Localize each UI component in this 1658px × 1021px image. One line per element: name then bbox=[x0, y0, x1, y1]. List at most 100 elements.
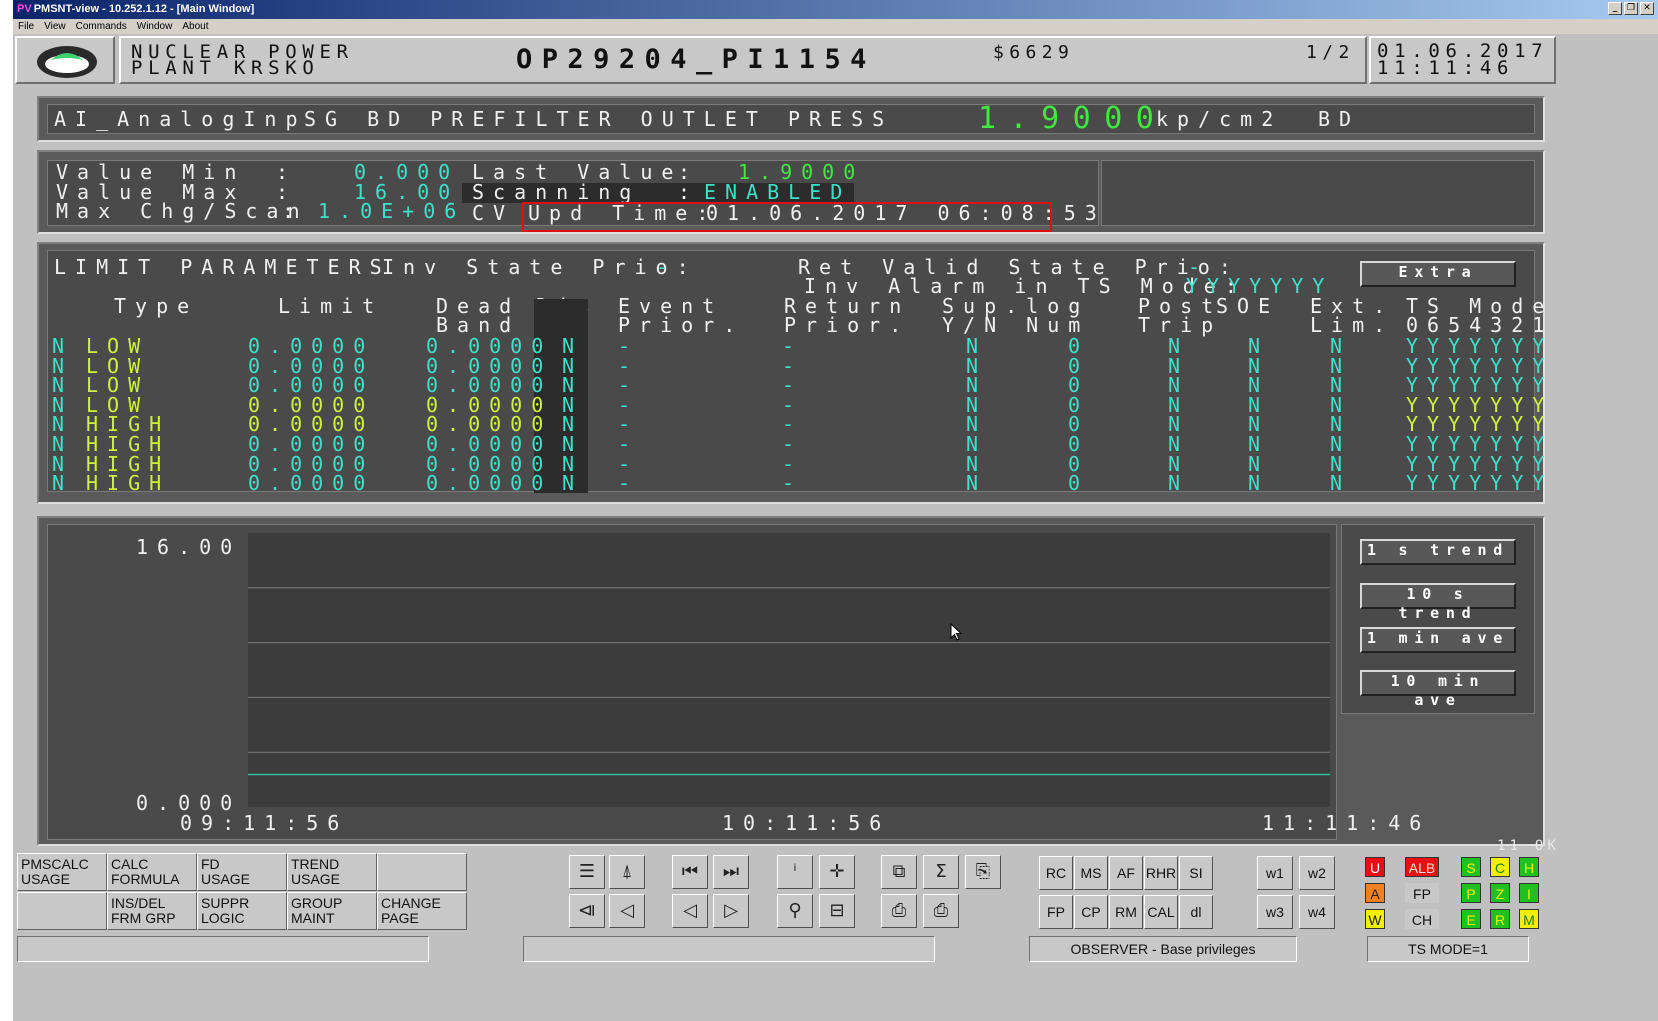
next-icon[interactable]: ▷ bbox=[713, 894, 749, 928]
minus-icon[interactable]: ⊟ bbox=[819, 894, 855, 928]
system-button-row2-0[interactable]: FP bbox=[1039, 895, 1073, 929]
function-button-label: MAINT bbox=[291, 910, 335, 926]
window-button-w1[interactable]: w1 bbox=[1257, 856, 1293, 890]
menu-view[interactable]: View bbox=[44, 19, 66, 34]
window-button-w2[interactable]: w2 bbox=[1299, 856, 1335, 890]
function-button-6[interactable]: INS/DEL FRM GRP bbox=[107, 892, 197, 930]
alarm-group-c-indicator[interactable]: C bbox=[1490, 857, 1510, 877]
crosshair-icon[interactable]: ✛ bbox=[819, 855, 855, 889]
function-button-5[interactable] bbox=[17, 892, 107, 930]
system-button-row2-1[interactable]: CP bbox=[1074, 895, 1108, 929]
alarm-group-p-indicator[interactable]: P bbox=[1461, 883, 1481, 903]
system-button-row1-3[interactable]: RHR bbox=[1144, 856, 1178, 890]
function-button-label: FRM GRP bbox=[111, 910, 176, 926]
function-button-2[interactable]: FD USAGE bbox=[197, 853, 287, 891]
trend-10min-button[interactable]: 10 min ave bbox=[1360, 670, 1516, 709]
function-button-1[interactable]: CALC FORMULA bbox=[107, 853, 197, 891]
limit-cell-event: - bbox=[618, 471, 640, 496]
alarm-group-h-indicator[interactable]: H bbox=[1519, 857, 1539, 877]
function-button-label: SUPPR bbox=[201, 895, 250, 911]
alarm-fp-indicator[interactable]: FP bbox=[1405, 883, 1439, 903]
plant-name: NUCLEAR POWER PLANT KRSKO bbox=[131, 43, 354, 78]
menu-window[interactable]: Window bbox=[137, 19, 173, 34]
function-button-7[interactable]: SUPPR LOGIC bbox=[197, 892, 287, 930]
function-button-label: FORMULA bbox=[111, 871, 180, 887]
alarm-a-indicator[interactable]: A bbox=[1365, 883, 1385, 903]
alarm-u-indicator[interactable]: U bbox=[1365, 857, 1385, 877]
function-button-3[interactable]: TREND USAGE bbox=[287, 853, 377, 891]
function-button-0[interactable]: PMSCALC USAGE bbox=[17, 853, 107, 891]
limit-cell-sup-yn: N bbox=[966, 471, 988, 496]
system-button-row1-2[interactable]: AF bbox=[1109, 856, 1143, 890]
function-button-8[interactable]: GROUP MAINT bbox=[287, 892, 377, 930]
limit-col-header-2-1: Band bbox=[436, 313, 521, 337]
restore-button[interactable]: ❐ bbox=[1624, 2, 1638, 15]
prev-icon[interactable]: ◁ bbox=[672, 894, 708, 928]
limit-col-header-6-1: Y/N Num bbox=[942, 313, 1090, 337]
first-icon[interactable]: ⏮ bbox=[672, 855, 708, 889]
plant-logo-icon bbox=[37, 46, 97, 78]
list-icon[interactable]: ☰ bbox=[569, 855, 605, 889]
system-button-row1-4[interactable]: SI bbox=[1179, 856, 1213, 890]
close-button[interactable]: ✕ bbox=[1640, 2, 1654, 15]
system-button-row2-4[interactable]: dl bbox=[1179, 895, 1213, 929]
point-description: SG BD PREFILTER OUTLET PRESS bbox=[304, 107, 894, 131]
function-button-label: PMSCALC bbox=[21, 856, 89, 872]
colon-3: : bbox=[282, 199, 295, 223]
info-plus-icon[interactable]: ⁱ bbox=[777, 855, 813, 889]
window-button-w4[interactable]: w4 bbox=[1299, 895, 1335, 929]
alarm-group-s-indicator[interactable]: S bbox=[1461, 857, 1481, 877]
window-button-w3[interactable]: w3 bbox=[1257, 895, 1293, 929]
point-id: OP29204_PI1154 bbox=[516, 44, 876, 75]
x-label-mid: 10:11:56 bbox=[722, 811, 891, 835]
limit-cell-soe: N bbox=[1248, 471, 1270, 496]
print-color-icon[interactable]: ⎙ bbox=[923, 894, 959, 928]
mouse-cursor-icon bbox=[950, 623, 963, 641]
function-button-4[interactable] bbox=[377, 853, 467, 891]
page-prev-icon[interactable]: ◁ bbox=[609, 894, 645, 928]
alarm-group-i-indicator[interactable]: I bbox=[1519, 883, 1539, 903]
limit-col-header-0-0: Type bbox=[114, 294, 199, 318]
alarm-group-m-indicator[interactable]: M bbox=[1519, 909, 1539, 929]
alarm-group-r-indicator[interactable]: R bbox=[1490, 909, 1510, 929]
report-icon[interactable]: ⎘ bbox=[965, 855, 1001, 889]
print-icon[interactable]: ⎙ bbox=[881, 894, 917, 928]
y-axis-max: 16.00 bbox=[136, 535, 242, 559]
trend-1min-button[interactable]: 1 min ave bbox=[1360, 627, 1516, 653]
alarm-alb-indicator[interactable]: ALB bbox=[1405, 857, 1439, 877]
alarm-group-z-indicator[interactable]: Z bbox=[1490, 883, 1510, 903]
menu-file[interactable]: File bbox=[18, 19, 34, 34]
alarm-w-indicator[interactable]: W bbox=[1365, 909, 1385, 929]
system-button-row1-1[interactable]: MS bbox=[1074, 856, 1108, 890]
trend-10s-button[interactable]: 10 s trend bbox=[1360, 583, 1516, 622]
trend-chart[interactable] bbox=[248, 533, 1330, 807]
point-description-panel: AI_AnalogInp SG BD PREFILTER OUTLET PRES… bbox=[37, 96, 1545, 142]
extra-button[interactable]: Extra bbox=[1360, 261, 1516, 287]
limit-col-header-4-1: Prior. bbox=[618, 313, 745, 337]
pin-icon[interactable]: ⍋ bbox=[609, 855, 645, 889]
limit-col-header-7-1: Trip bbox=[1138, 313, 1223, 337]
menu-about[interactable]: About bbox=[182, 19, 208, 34]
point-info-panel: Value Min : 0.000 Value Max : 16.00 Max … bbox=[37, 150, 1545, 234]
window-title: PMSNT-view - 10.252.1.12 - [Main Window] bbox=[33, 3, 255, 15]
scanning-status: ENABLED bbox=[704, 183, 852, 200]
trend-view-icon[interactable]: ⧉ bbox=[881, 855, 917, 889]
trend-1s-button[interactable]: 1 s trend bbox=[1360, 539, 1516, 565]
function-button-9[interactable]: CHANGE PAGE bbox=[377, 892, 467, 930]
menu-commands[interactable]: Commands bbox=[76, 19, 127, 34]
title-bar: PV PMSNT-view - 10.252.1.12 - [Main Windo… bbox=[13, 0, 1658, 19]
zoom-in-icon[interactable]: ⚲ bbox=[777, 894, 813, 928]
header-time: 11:11:46 bbox=[1377, 57, 1515, 79]
point-value: 1.9000 bbox=[978, 101, 1168, 136]
system-button-row1-0[interactable]: RC bbox=[1039, 856, 1073, 890]
sum-icon[interactable]: Σ bbox=[923, 855, 959, 889]
alarm-group-e-indicator[interactable]: E bbox=[1461, 909, 1481, 929]
system-button-row2-3[interactable]: CAL bbox=[1144, 895, 1178, 929]
minimize-button[interactable]: _ bbox=[1608, 2, 1622, 15]
main-window: NUCLEAR POWER PLANT KRSKO OP29204_PI1154… bbox=[13, 34, 1658, 1021]
system-button-row2-2[interactable]: RM bbox=[1109, 895, 1143, 929]
last-icon[interactable]: ⏭ bbox=[713, 855, 749, 889]
page-back-icon[interactable]: ⧏ bbox=[569, 894, 605, 928]
alarm-ch-indicator[interactable]: CH bbox=[1405, 909, 1439, 929]
inv-state-value: - bbox=[656, 255, 669, 279]
